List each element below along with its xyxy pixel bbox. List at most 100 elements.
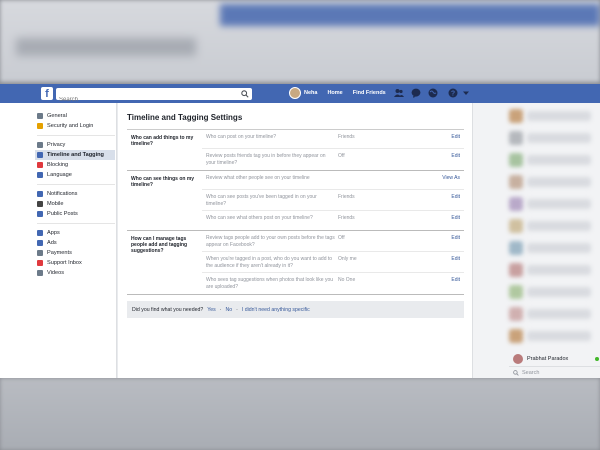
blurred-contact-name [527, 221, 591, 231]
account-dropdown-icon[interactable] [463, 90, 469, 96]
sidebar-item[interactable]: Privacy [35, 140, 116, 150]
sidebar-item[interactable]: Payments [35, 248, 116, 258]
search-box[interactable] [56, 88, 252, 106]
settings-section: Who can add things to my timeline? Who ca… [127, 130, 464, 171]
setting-row: Who can see posts you've been tagged in … [202, 190, 464, 211]
setting-value: Friends [338, 134, 355, 140]
ads-icon [37, 240, 43, 246]
chat-sidebar: Prabhat Paradox Search [472, 103, 600, 378]
settings-table: Who can add things to my timeline? Who ca… [127, 129, 464, 295]
blurred-contact-name [527, 309, 591, 319]
nav-icons [394, 88, 438, 98]
feedback-yes-link[interactable]: Yes [207, 307, 215, 313]
chat-contact[interactable]: Prabhat Paradox [513, 354, 599, 364]
support-icon [37, 260, 43, 266]
setting-question: Who can post on your timeline? [206, 134, 277, 140]
user-avatar[interactable] [289, 87, 301, 99]
setting-edit-link[interactable]: Edit [436, 134, 464, 140]
feedback-not-needed-link[interactable]: I didn't need anything specific [242, 307, 310, 313]
setting-value: Off [338, 153, 345, 159]
sidebar-item[interactable]: Timeline and Tagging [35, 150, 115, 160]
nav-find-friends[interactable]: Find Friends [353, 90, 386, 96]
blurred-contact-avatar [509, 285, 523, 299]
apps-icon [37, 230, 43, 236]
setting-value: Only me [338, 256, 357, 262]
feedback-separator: · [219, 306, 222, 313]
sidebar-item[interactable]: Public Posts [35, 209, 116, 219]
help-area: ? [448, 88, 469, 98]
blurred-contact-avatar [509, 175, 523, 189]
setting-row: Review posts friends tag you in before t… [202, 149, 464, 170]
contact-avatar [513, 354, 523, 364]
contact-name: Prabhat Paradox [527, 356, 569, 362]
nav-home[interactable]: Home [327, 90, 342, 96]
setting-edit-link[interactable]: Edit [436, 235, 464, 241]
sidebar-item[interactable]: General [35, 111, 116, 121]
section-rows: Review what other people see on your tim… [202, 171, 464, 230]
blurred-contact-name [527, 331, 591, 341]
sidebar-item[interactable]: Mobile [35, 199, 116, 209]
setting-edit-link[interactable]: View As [436, 175, 464, 181]
sidebar-item[interactable]: Apps [35, 228, 116, 238]
sidebar-group: Notifications Mobile Public Posts [0, 189, 116, 224]
video-icon [37, 270, 43, 276]
sidebar-item[interactable]: Security and Login [35, 121, 116, 131]
gear-icon [37, 113, 43, 119]
blurred-contact-name [527, 265, 591, 275]
setting-edit-link[interactable]: Edit [436, 277, 464, 283]
sidebar-group: Apps Ads Payments Support Inbox Videos [0, 228, 116, 278]
section-question: Who can see things on my timeline? [131, 176, 195, 188]
blurred-contact-name [527, 155, 591, 165]
setting-edit-link[interactable]: Edit [436, 153, 464, 159]
top-navigation-bar: f Neha Home Find Friends ? [0, 84, 600, 106]
svg-text:?: ? [451, 91, 455, 98]
block-icon [37, 162, 43, 168]
facebook-logo-icon[interactable]: f [41, 87, 53, 100]
sidebar-group: Privacy Timeline and Tagging Blocking Langu… [0, 140, 116, 185]
chat-search[interactable]: Search [509, 366, 600, 378]
setting-question: Review what other people see on your tim… [206, 175, 310, 181]
setting-row: Review tags people add to your own posts… [202, 231, 464, 252]
blurred-contact-name [527, 287, 591, 297]
feedback-bar: Did you find what you needed? Yes · No ·… [127, 301, 464, 318]
background-blur-bottom [0, 378, 600, 450]
blurred-contact-avatar [509, 219, 523, 233]
nav-profile-name[interactable]: Neha [304, 90, 317, 96]
feedback-no-link[interactable]: No [225, 307, 232, 313]
blurred-contact-name [527, 243, 591, 253]
friend-requests-icon[interactable] [394, 88, 404, 98]
setting-edit-link[interactable]: Edit [436, 215, 464, 221]
messenger-icon[interactable] [411, 88, 421, 98]
sidebar-item-label: Apps [47, 230, 60, 236]
blurred-contact-avatar [509, 131, 523, 145]
setting-edit-link[interactable]: Edit [436, 256, 464, 262]
setting-row: Who sees tag suggestions when photos tha… [202, 273, 464, 294]
sidebar-item[interactable]: Support Inbox [35, 258, 116, 268]
sidebar-divider [37, 135, 115, 136]
feedback-question: Did you find what you needed? [132, 306, 204, 313]
setting-row: When you're tagged in a post, who do you… [202, 252, 464, 273]
chat-search-placeholder[interactable]: Search [522, 370, 539, 376]
setting-edit-link[interactable]: Edit [436, 194, 464, 200]
sidebar-item-label: Blocking [47, 162, 69, 168]
sidebar-divider [37, 184, 115, 185]
setting-row: Review what other people see on your tim… [202, 171, 464, 190]
sidebar-item[interactable]: Language [35, 170, 116, 180]
search-icon[interactable] [241, 90, 249, 98]
blurred-contact-avatar [509, 307, 523, 321]
sidebar-item[interactable]: Ads [35, 238, 116, 248]
timeline-icon [37, 152, 43, 158]
sidebar-group: General Security and Login [0, 103, 116, 136]
help-icon[interactable]: ? [448, 88, 458, 98]
sidebar-item[interactable]: Notifications [35, 189, 116, 199]
blurred-contact-name [527, 199, 591, 209]
sidebar-item[interactable]: Videos [35, 268, 116, 278]
settings-content: Timeline and Tagging Settings Who can ad… [118, 103, 472, 378]
notifications-globe-icon[interactable] [428, 88, 438, 98]
mobile-icon [37, 201, 43, 207]
globe-icon [37, 191, 43, 197]
background-blur-title [16, 38, 196, 56]
setting-value: Friends [338, 215, 355, 221]
online-status-dot [595, 357, 599, 361]
sidebar-item[interactable]: Blocking [35, 160, 116, 170]
